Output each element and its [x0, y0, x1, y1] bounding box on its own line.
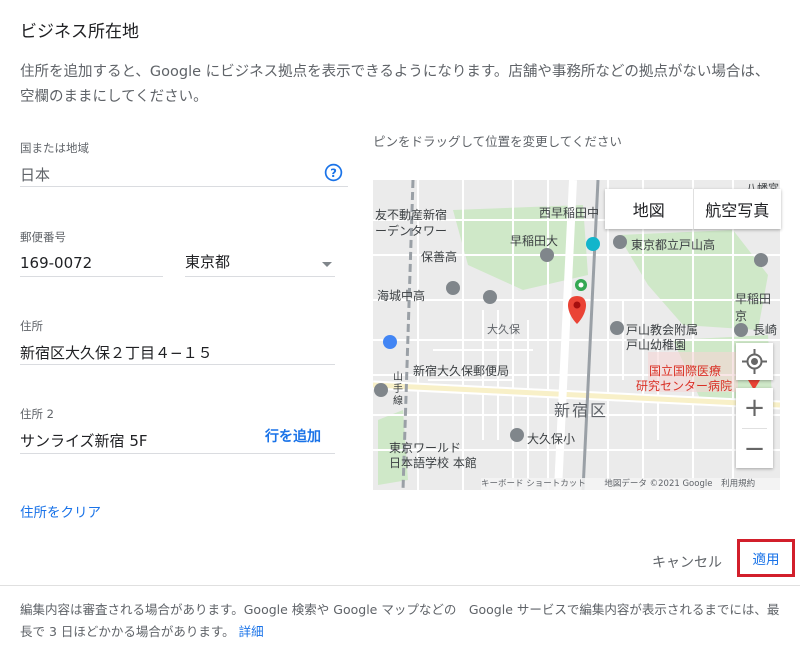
- map-label-language-school: 日本語学校 本館: [389, 456, 477, 470]
- keyboard-shortcuts-link[interactable]: キーボード ショートカット: [481, 479, 586, 489]
- map-label-garden-tower: ーデンタワー: [375, 224, 448, 238]
- postal-underline: [20, 276, 163, 277]
- map-data-attribution: 地図データ ©2021 Google: [604, 479, 713, 489]
- map-label-hospital: 研究センター病院: [636, 379, 733, 393]
- postal-label: 郵便番号: [20, 230, 66, 244]
- help-circle-icon[interactable]: ?: [324, 163, 343, 182]
- dialog-title: ビジネス所在地: [20, 22, 139, 42]
- map-label-hozen-high: 保善高: [421, 250, 458, 264]
- map-label-toyama-high: 東京都立戸山高: [631, 238, 716, 252]
- address-field[interactable]: 新宿区大久保２丁目４−１５: [20, 342, 213, 363]
- map-type-button[interactable]: 地図: [605, 197, 693, 221]
- dialog-description: 住所を追加すると、Google にビジネス拠点を表示できるようになります。店舗や…: [20, 64, 770, 105]
- footer-text: 編集内容は審査される場合があります。Google 検索や Google マップな…: [20, 602, 780, 639]
- footer-note: 編集内容は審査される場合があります。Google 検索や Google マップな…: [20, 599, 780, 643]
- address-underline: [20, 364, 335, 365]
- prefecture-select[interactable]: 東京都: [185, 251, 230, 272]
- map-label-nagasaki: 長崎: [753, 323, 778, 337]
- country-field[interactable]: 日本: [20, 164, 50, 185]
- zoom-in-button[interactable]: +: [736, 388, 773, 428]
- map-attribution-bar: キーボード ショートカット 地図データ ©2021 Google 利用規約: [481, 478, 780, 490]
- map-label-sumitomo: 友不動産新宿: [375, 208, 448, 222]
- apply-button[interactable]: 適用: [737, 539, 795, 577]
- zoom-control: + −: [736, 388, 773, 468]
- details-link[interactable]: 詳細: [239, 624, 264, 639]
- country-label: 国または地域: [20, 141, 89, 155]
- map-label-yamanote: 山手線: [393, 372, 403, 407]
- map-label-toyama-kindergarten: 戸山幼稚園: [626, 338, 687, 352]
- map-label-okubo: 大久保: [487, 323, 520, 336]
- apply-button-label: 適用: [752, 552, 780, 568]
- country-underline: [20, 186, 348, 187]
- postal-code-field[interactable]: 169-0072: [20, 254, 92, 272]
- map-label-okubo-elementary: 大久保小: [527, 432, 576, 446]
- terms-link[interactable]: 利用規約: [721, 479, 755, 489]
- map-hint: ピンをドラッグして位置を変更してください: [373, 134, 622, 149]
- map-label-waseda-univ: 早稲田大: [510, 234, 559, 248]
- map-label-kaijo: 海城中高: [377, 289, 426, 303]
- prefecture-underline: [185, 276, 335, 277]
- add-line-link[interactable]: 行を追加: [265, 426, 321, 446]
- map-label-post-office: 新宿大久保郵便局: [413, 364, 510, 378]
- my-location-button[interactable]: [736, 343, 773, 380]
- address2-field[interactable]: サンライズ新宿 5F: [20, 430, 148, 451]
- zoom-out-button[interactable]: −: [736, 429, 773, 468]
- cancel-button[interactable]: キャンセル: [652, 552, 722, 572]
- footer-divider: [0, 585, 800, 586]
- clear-address-link[interactable]: 住所をクリア: [20, 501, 101, 521]
- address-label: 住所: [20, 319, 43, 333]
- map-type-control: 地図 航空写真: [605, 189, 781, 229]
- satellite-type-button[interactable]: 航空写真: [694, 197, 782, 221]
- svg-text:?: ?: [330, 166, 337, 180]
- map-label-shinjuku-ku: 新宿区: [554, 401, 609, 420]
- map-label-waseda-kyo: 早稲田京: [735, 292, 772, 323]
- address2-label: 住所 2: [20, 407, 54, 421]
- dropdown-arrow-icon[interactable]: [322, 262, 332, 267]
- my-location-icon: [742, 349, 767, 374]
- map-label-nishiwaseda: 西早稲田中: [539, 206, 600, 220]
- address2-underline: [20, 453, 335, 454]
